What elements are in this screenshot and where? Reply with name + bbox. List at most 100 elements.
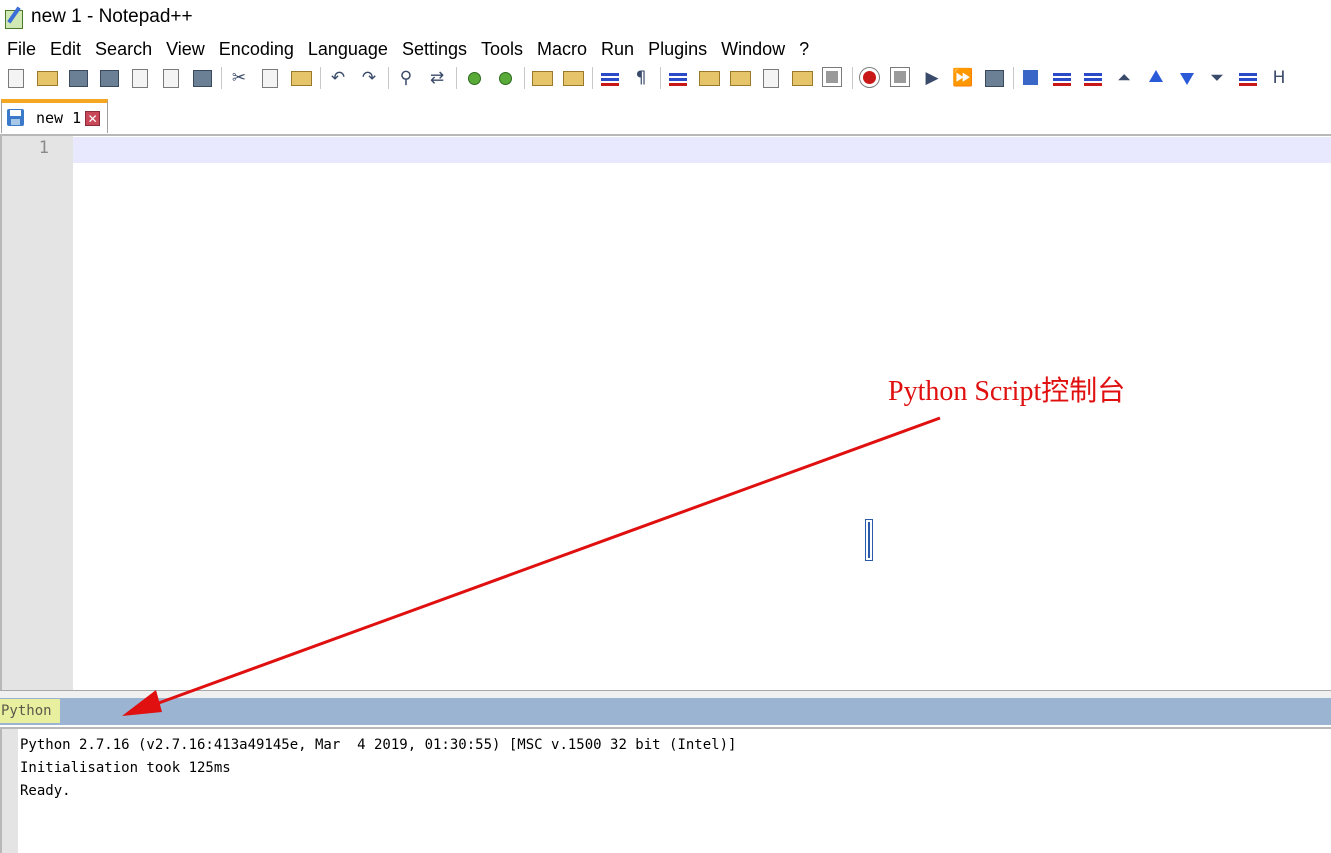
hex-editor-icon[interactable]: H	[1267, 66, 1291, 90]
redo-icon[interactable]: ↷	[357, 66, 381, 90]
columns-icon[interactable]	[1050, 66, 1074, 90]
menu-macro[interactable]: Macro	[530, 39, 594, 60]
hex-editor-glyph: H	[1272, 68, 1286, 88]
run-macro-multiple-icon[interactable]: ⏩	[951, 66, 975, 90]
close-all-shape	[163, 69, 179, 88]
folder-as-workspace-icon[interactable]	[790, 66, 814, 90]
expand-glyph: ⏷	[1210, 68, 1224, 88]
new-file-icon[interactable]	[4, 66, 28, 90]
document-map-shape	[730, 71, 751, 86]
console-line: Python 2.7.16 (v2.7.16:413a49145e, Mar 4…	[20, 737, 737, 753]
sync-vertical-icon[interactable]	[530, 66, 554, 90]
open-file-icon[interactable]	[35, 66, 59, 90]
copy-icon[interactable]	[258, 66, 282, 90]
toolbar-separator	[1013, 67, 1014, 89]
menu-search[interactable]: Search	[88, 39, 159, 60]
expand-icon[interactable]: ⏷	[1205, 66, 1229, 90]
show-all-chars-icon[interactable]: ¶	[629, 66, 653, 90]
show-all-chars-glyph: ¶	[635, 68, 647, 88]
console-output: Python 2.7.16 (v2.7.16:413a49145e, Mar 4…	[20, 734, 736, 803]
zoom-in-icon[interactable]	[462, 66, 486, 90]
console-line: Initialisation took 125ms	[20, 760, 231, 776]
close-all-icon[interactable]	[159, 66, 183, 90]
current-line-highlight[interactable]	[73, 137, 1331, 163]
undo-icon[interactable]: ↶	[326, 66, 350, 90]
paste-icon[interactable]	[289, 66, 313, 90]
menu-encoding[interactable]: Encoding	[212, 39, 301, 60]
menu-settings[interactable]: Settings	[395, 39, 474, 60]
sync-horizontal-shape	[563, 71, 584, 86]
menu-run[interactable]: Run	[594, 39, 641, 60]
cut-icon[interactable]: ✂	[227, 66, 251, 90]
title-bar: new 1 - Notepad++	[0, 0, 1331, 34]
python-script-run-icon[interactable]	[1019, 66, 1043, 90]
playback-macro-icon[interactable]: ▶	[920, 66, 944, 90]
replace-icon[interactable]: ⇄	[425, 66, 449, 90]
toolbar: ✂ ↶ ↷ ⚲ ⇄ ¶ ▶ ⏩ ⏶ ⏷ H	[0, 63, 1331, 93]
menu-language[interactable]: Language	[301, 39, 395, 60]
record-macro-icon[interactable]	[858, 66, 882, 90]
menu-view[interactable]: View	[159, 39, 212, 60]
toolbar-separator	[852, 67, 853, 89]
stop-recording-icon[interactable]	[889, 66, 913, 90]
undo-glyph: ↶	[330, 68, 346, 88]
panel-shape	[1239, 73, 1257, 76]
function-list-icon[interactable]	[759, 66, 783, 90]
sync-vertical-shape	[532, 71, 553, 86]
user-language-icon[interactable]	[697, 66, 721, 90]
user-language-shape	[699, 71, 720, 86]
save-macro-icon[interactable]	[982, 66, 1006, 90]
zoom-in-shape	[468, 72, 481, 85]
menu-tools[interactable]: Tools	[474, 39, 530, 60]
menu-help[interactable]: ?	[792, 39, 816, 60]
print-icon[interactable]	[190, 66, 214, 90]
tab-new-1[interactable]: new 1 ✕	[1, 99, 108, 133]
function-list-shape	[763, 69, 779, 88]
save-all-shape	[100, 70, 119, 87]
console-line: Ready.	[20, 783, 71, 799]
monitoring-shape	[826, 71, 838, 83]
python-script-run-shape	[1023, 70, 1038, 85]
move-down-icon[interactable]	[1174, 66, 1198, 90]
save-shape	[69, 70, 88, 87]
record-macro-shape	[863, 71, 876, 84]
toolbar-separator	[524, 67, 525, 89]
toolbar-separator	[320, 67, 321, 89]
columns-alt-icon[interactable]	[1081, 66, 1105, 90]
print-shape	[193, 70, 212, 87]
window-title: new 1 - Notepad++	[31, 6, 193, 27]
editor-area[interactable]: 1 Python Script控制台	[0, 134, 1331, 690]
menu-window[interactable]: Window	[714, 39, 792, 60]
save-icon[interactable]	[66, 66, 90, 90]
annotation-label: Python Script控制台	[888, 376, 1126, 407]
panel-splitter[interactable]	[0, 690, 1331, 698]
console-title[interactable]: Python	[0, 699, 60, 723]
save-all-icon[interactable]	[97, 66, 121, 90]
notepad-app-icon	[4, 6, 24, 29]
toolbar-separator	[592, 67, 593, 89]
move-up-icon[interactable]	[1143, 66, 1167, 90]
text-cursor-icon	[865, 519, 873, 561]
python-console[interactable]: Python 2.7.16 (v2.7.16:413a49145e, Mar 4…	[0, 727, 1331, 853]
toolbar-separator	[388, 67, 389, 89]
word-wrap-shape	[601, 73, 619, 76]
line-number-gutter: 1	[2, 136, 73, 690]
menu-bar: File Edit Search View Encoding Language Settin…	[0, 36, 816, 62]
panel-icon[interactable]	[1236, 66, 1260, 90]
word-wrap-icon[interactable]	[598, 66, 622, 90]
sync-horizontal-icon[interactable]	[561, 66, 585, 90]
document-map-icon[interactable]	[728, 66, 752, 90]
menu-edit[interactable]: Edit	[43, 39, 88, 60]
collapse-icon[interactable]: ⏶	[1112, 66, 1136, 90]
menu-file[interactable]: File	[0, 39, 43, 60]
zoom-out-shape	[499, 72, 512, 85]
close-icon[interactable]	[128, 66, 152, 90]
zoom-out-icon[interactable]	[493, 66, 517, 90]
menu-plugins[interactable]: Plugins	[641, 39, 714, 60]
indent-guide-icon[interactable]	[666, 66, 690, 90]
monitoring-icon[interactable]	[821, 66, 845, 90]
copy-shape	[262, 69, 278, 88]
new-file-shape	[8, 69, 24, 88]
close-tab-icon[interactable]: ✕	[85, 110, 101, 126]
find-icon[interactable]: ⚲	[394, 66, 418, 90]
